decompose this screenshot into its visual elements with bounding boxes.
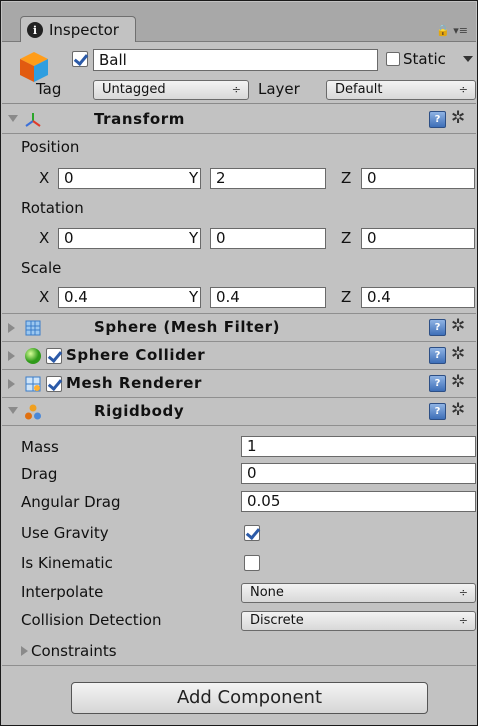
transform-title: Transform <box>94 110 185 128</box>
gameobject-cube-icon <box>20 52 48 82</box>
foldout-closed-icon[interactable] <box>8 351 15 361</box>
axis-z-label: Z <box>341 169 352 187</box>
scale-label: Scale <box>21 259 62 277</box>
mass-field[interactable]: 1 <box>241 436 476 457</box>
dropdown-arrow-icon: ÷ <box>458 586 468 599</box>
foldout-open-icon[interactable] <box>8 407 18 414</box>
sphere-collider-icon <box>25 348 41 364</box>
layer-dropdown[interactable]: Default ÷ <box>326 80 476 100</box>
position-label: Position <box>21 138 80 156</box>
help-icon[interactable]: ? <box>429 319 446 336</box>
use-gravity-checkbox[interactable] <box>244 525 260 541</box>
gear-icon[interactable]: ✲ <box>451 400 465 420</box>
rotation-label: Rotation <box>21 199 84 217</box>
gear-icon[interactable]: ✲ <box>451 108 465 128</box>
rotation-y-field[interactable]: 0 <box>210 228 326 249</box>
sphere-collider-header[interactable]: Sphere Collider ? ✲ <box>2 342 476 370</box>
axis-y-label: Y <box>189 169 199 187</box>
interpolate-value: None <box>250 585 284 600</box>
axis-y-label: Y <box>189 229 199 247</box>
sphere-collider-title: Sphere Collider <box>66 346 206 364</box>
rotation-z-field[interactable]: 0 <box>361 228 475 249</box>
tab-title: Inspector <box>49 21 119 39</box>
help-icon[interactable]: ? <box>429 403 446 420</box>
tab-bar: i Inspector 🔒 ▾≡ <box>2 2 476 43</box>
axis-y-label: Y <box>189 288 199 306</box>
mesh-filter-icon <box>25 320 41 336</box>
dropdown-arrow-icon: ÷ <box>458 614 468 627</box>
help-icon[interactable]: ? <box>429 347 446 364</box>
sphere-collider-enabled-checkbox[interactable] <box>46 348 62 364</box>
mesh-renderer-enabled-checkbox[interactable] <box>46 376 62 392</box>
axis-z-label: Z <box>341 288 352 306</box>
mesh-renderer-icon <box>25 376 41 392</box>
axis-x-label: X <box>39 288 50 306</box>
collision-detection-dropdown[interactable]: Discrete ÷ <box>241 611 476 631</box>
gear-icon[interactable]: ✲ <box>451 316 465 336</box>
help-icon[interactable]: ? <box>429 111 446 128</box>
position-z-field[interactable]: 0 <box>361 168 475 189</box>
tag-value: Untagged <box>102 82 166 97</box>
tag-label: Tag <box>36 80 62 98</box>
mesh-filter-title: Sphere (Mesh Filter) <box>94 318 281 336</box>
add-component-button[interactable]: Add Component <box>71 682 428 714</box>
rigidbody-icon <box>25 404 41 420</box>
dropdown-arrow-icon: ÷ <box>231 83 241 96</box>
foldout-closed-icon[interactable] <box>8 379 15 389</box>
axis-x-label: X <box>39 229 50 247</box>
foldout-closed-icon <box>21 646 28 656</box>
gear-icon[interactable]: ✲ <box>451 344 465 364</box>
axis-z-label: Z <box>341 229 352 247</box>
dropdown-arrow-icon: ÷ <box>458 83 468 96</box>
layer-label: Layer <box>258 80 300 98</box>
gear-icon[interactable]: ✲ <box>451 372 465 392</box>
static-checkbox[interactable] <box>386 52 400 66</box>
drag-field[interactable]: 0 <box>241 463 476 484</box>
inspector-window: i Inspector 🔒 ▾≡ Ball Static Tag Untagge… <box>0 0 478 726</box>
collision-detection-value: Discrete <box>250 613 304 628</box>
static-dropdown-icon[interactable] <box>463 56 473 62</box>
mesh-filter-header[interactable]: Sphere (Mesh Filter) ? ✲ <box>2 314 476 342</box>
rotation-x-field[interactable]: 0 <box>58 228 201 249</box>
layer-value: Default <box>335 82 383 97</box>
interpolate-label: Interpolate <box>21 583 104 601</box>
position-y-field[interactable]: 2 <box>210 168 326 189</box>
info-icon: i <box>27 22 43 38</box>
mass-label: Mass <box>21 438 59 456</box>
interpolate-dropdown[interactable]: None ÷ <box>241 583 476 603</box>
angular-drag-label: Angular Drag <box>21 493 121 511</box>
divider <box>2 665 476 666</box>
constraints-foldout[interactable]: Constraints <box>21 642 117 660</box>
axis-x-label: X <box>39 169 50 187</box>
rigidbody-header[interactable]: Rigidbody ? ✲ <box>2 398 476 426</box>
foldout-open-icon[interactable] <box>8 115 18 122</box>
foldout-closed-icon[interactable] <box>8 323 15 333</box>
collision-detection-label: Collision Detection <box>21 611 162 629</box>
is-kinematic-label: Is Kinematic <box>21 554 113 572</box>
tab-inspector[interactable]: i Inspector <box>20 16 136 43</box>
gameobject-header: Ball Static Tag Untagged ÷ Layer Default… <box>2 42 476 104</box>
mesh-renderer-title: Mesh Renderer <box>66 374 203 392</box>
scale-x-field[interactable]: 0.4 <box>58 287 201 308</box>
scale-y-field[interactable]: 0.4 <box>210 287 326 308</box>
rigidbody-title: Rigidbody <box>94 402 185 420</box>
angular-drag-field[interactable]: 0.05 <box>241 491 476 512</box>
position-x-field[interactable]: 0 <box>58 168 201 189</box>
transform-header[interactable]: Transform ? ✲ <box>2 106 476 134</box>
active-checkbox[interactable] <box>72 51 88 67</box>
static-label: Static <box>403 50 446 68</box>
mesh-renderer-header[interactable]: Mesh Renderer ? ✲ <box>2 370 476 398</box>
drag-label: Drag <box>21 465 58 483</box>
use-gravity-label: Use Gravity <box>21 524 109 542</box>
object-name-field[interactable]: Ball <box>93 49 378 71</box>
help-icon[interactable]: ? <box>429 375 446 392</box>
constraints-label: Constraints <box>31 642 117 660</box>
tag-dropdown[interactable]: Untagged ÷ <box>93 80 249 100</box>
lock-menu-icon[interactable]: 🔒 ▾≡ <box>436 24 468 37</box>
is-kinematic-checkbox[interactable] <box>244 555 260 571</box>
transform-axes-icon <box>25 113 41 127</box>
scale-z-field[interactable]: 0.4 <box>361 287 475 308</box>
